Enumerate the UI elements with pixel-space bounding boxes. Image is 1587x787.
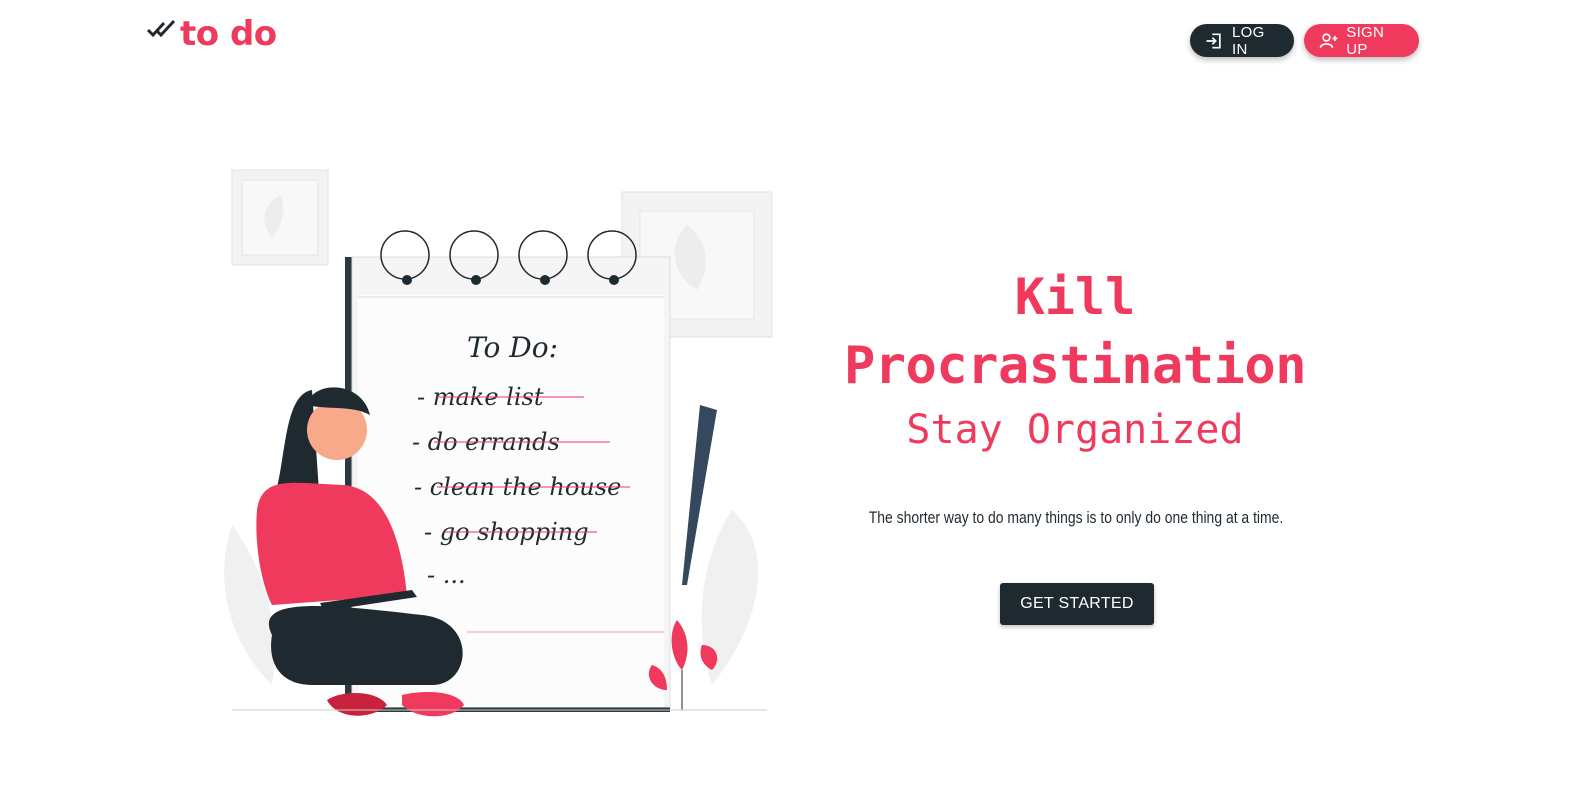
logo[interactable]: to do [146,14,277,54]
note-item-5: - ... [427,561,466,589]
hero-quote: The shorter way to do many things is to … [868,508,1284,527]
get-started-button[interactable]: GET STARTED [1000,583,1154,625]
hero-title-line-2: Procrastination [843,336,1307,396]
hero-title-line-1: Kill [1014,268,1136,326]
logo-text: to do [180,14,277,54]
todo-illustration: To Do: - make list - do errands - clean … [224,169,773,717]
signup-label: SIGN UP [1346,23,1385,58]
double-check-icon [146,19,176,38]
note-title: To Do: [467,331,558,364]
signup-button[interactable]: SIGN UP [1304,23,1419,58]
login-icon [1206,32,1221,49]
hero-subtitle: Stay Organized [906,407,1244,453]
add-user-icon [1319,32,1338,48]
login-button[interactable]: LOG IN [1190,23,1294,58]
login-label: LOG IN [1232,23,1265,58]
